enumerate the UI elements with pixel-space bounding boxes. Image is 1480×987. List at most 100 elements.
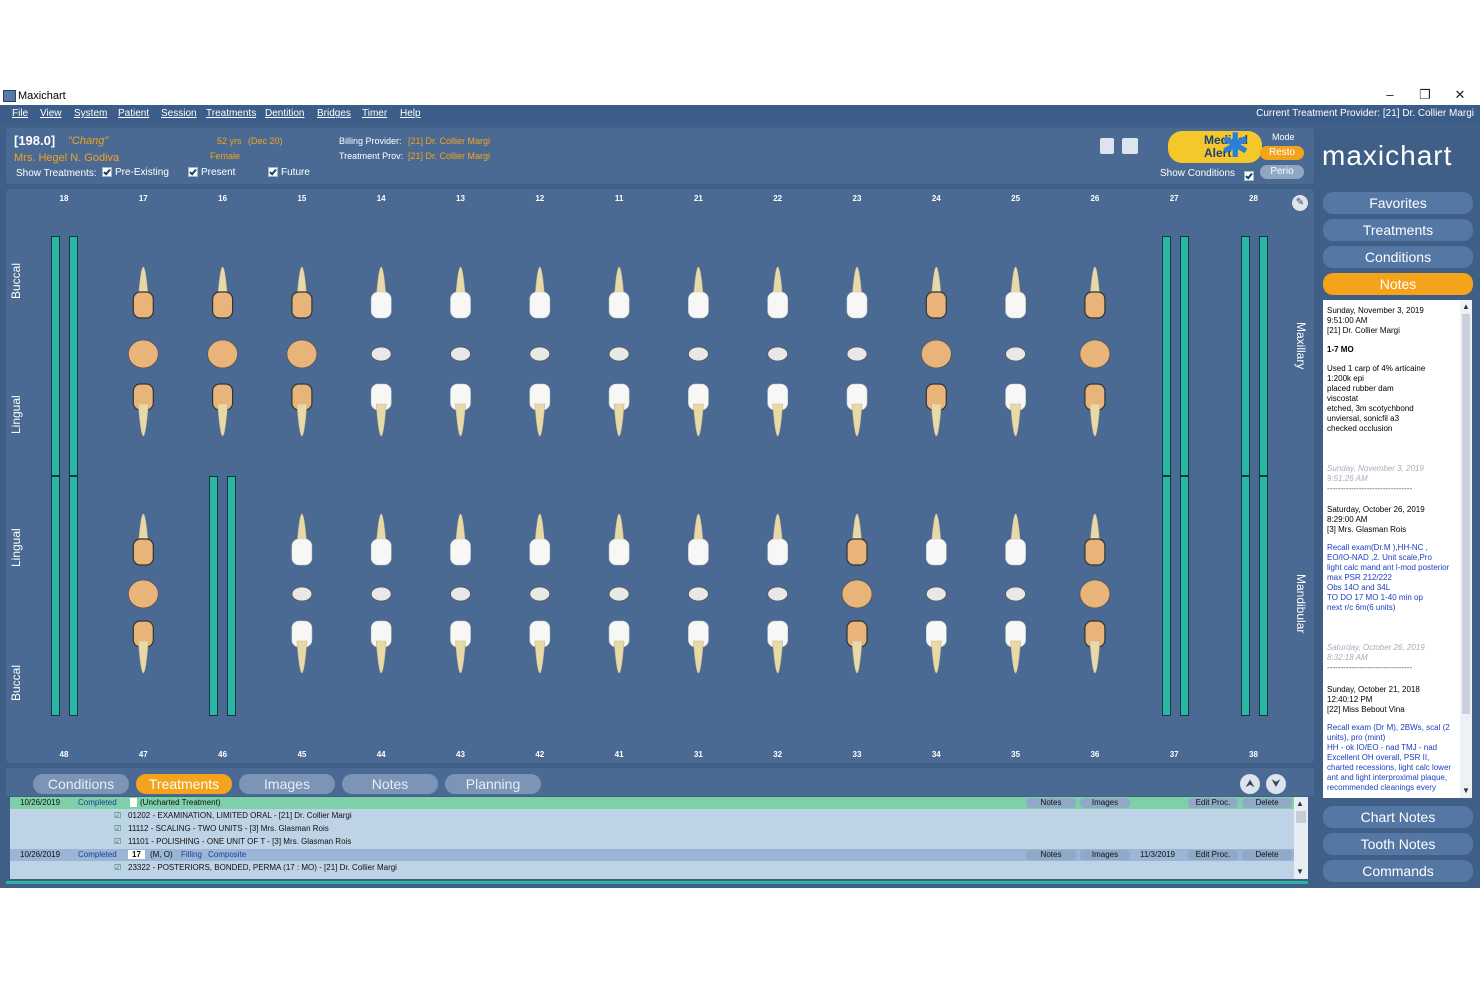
tooth-lower-buccal-10-root[interactable] — [851, 640, 863, 674]
tooth-occlusal-upper-8[interactable] — [688, 346, 709, 362]
tooth-upper-buccal-13-crown[interactable] — [1084, 291, 1106, 319]
tooth-upper-lingual-4-root[interactable] — [375, 403, 387, 437]
tooth-lower-lingual-12-crown[interactable] — [1005, 538, 1026, 566]
note-2[interactable]: Saturday, October 26, 2019 8:29:00 AM [3… — [1327, 505, 1459, 673]
tooth-lower-lingual-3-crown[interactable] — [291, 538, 313, 566]
tooth-upper-buccal-9-crown[interactable] — [767, 291, 789, 319]
tooth-lower-buccal-1-root[interactable] — [137, 640, 149, 674]
row-edit-button[interactable]: Edit Proc. — [1188, 798, 1238, 808]
tooth-upper-buccal-5-crown[interactable] — [450, 291, 471, 319]
future-checkbox[interactable]: Future — [268, 167, 310, 178]
printer-icon[interactable] — [1122, 138, 1138, 154]
favorites-button[interactable]: Favorites — [1323, 192, 1473, 214]
tooth-upper-buccal-10-crown[interactable] — [846, 291, 868, 319]
row-delete-button[interactable]: Delete — [1242, 798, 1292, 808]
tooth-occlusal-lower-3[interactable] — [291, 586, 313, 602]
tooth-upper-lingual-9-root[interactable] — [772, 403, 784, 437]
tooth-occlusal-upper-7[interactable] — [608, 346, 630, 362]
row-delete-button[interactable]: Delete — [1242, 850, 1292, 860]
row-edit-button[interactable]: Edit Proc. — [1188, 850, 1238, 860]
tooth-occlusal-upper-9[interactable] — [767, 346, 789, 362]
tooth-lower-lingual-4-crown[interactable] — [370, 538, 392, 566]
menu-session[interactable]: Session — [161, 108, 197, 119]
note-1[interactable]: Sunday, November 3, 2019 9:51:00 AM [21]… — [1327, 306, 1459, 494]
tooth-upper-lingual-12-root[interactable] — [1010, 403, 1021, 437]
tooth-lower-buccal-9-root[interactable] — [772, 640, 784, 674]
collapse-up-icon[interactable]: ⮝ — [1240, 774, 1260, 794]
tooth-upper-lingual-10-root[interactable] — [851, 403, 863, 437]
tooth-occlusal-lower-11[interactable] — [925, 586, 947, 602]
scroll-up-icon[interactable]: ▲ — [1296, 799, 1304, 808]
tooth-upper-buccal-4-crown[interactable] — [370, 291, 392, 319]
table-row[interactable]: ☑ 11101 - POLISHING - ONE UNIT OF T - [3… — [10, 836, 1294, 848]
expand-down-icon[interactable]: ⮟ — [1266, 774, 1286, 794]
present-checkbox[interactable]: Present — [188, 167, 235, 178]
row-notes-button[interactable]: Notes — [1026, 850, 1076, 860]
tooth-upper-buccal-6-crown[interactable] — [529, 291, 551, 319]
tooth-occlusal-upper-13[interactable] — [1079, 339, 1111, 369]
scroll-thumb[interactable] — [1462, 314, 1470, 714]
tooth-occlusal-upper-3[interactable] — [286, 339, 318, 369]
tooth-occlusal-lower-5[interactable] — [450, 586, 471, 602]
scroll-down-icon[interactable]: ▼ — [1296, 867, 1304, 876]
menu-view[interactable]: View — [40, 108, 62, 119]
tooth-lower-buccal-13-root[interactable] — [1089, 640, 1101, 674]
tooth-lower-buccal-11-root[interactable] — [930, 640, 942, 674]
tooth-occlusal-upper-10[interactable] — [846, 346, 868, 362]
tooth-lower-buccal-3-root[interactable] — [296, 640, 308, 674]
tooth-upper-buccal-1-crown[interactable] — [132, 291, 154, 319]
tooth-upper-buccal-12-crown[interactable] — [1005, 291, 1026, 319]
tooth-upper-lingual-13-root[interactable] — [1089, 403, 1101, 437]
menu-timer[interactable]: Timer — [362, 108, 387, 119]
tooth-lower-lingual-9-crown[interactable] — [767, 538, 789, 566]
tooth-occlusal-upper-12[interactable] — [1005, 346, 1026, 362]
tooth-occlusal-lower-6[interactable] — [529, 586, 551, 602]
scroll-thumb[interactable] — [1296, 811, 1306, 823]
tooth-lower-lingual-7-crown[interactable] — [608, 538, 630, 566]
tooth-upper-lingual-5-root[interactable] — [455, 403, 466, 437]
tooth-notes-button[interactable]: Tooth Notes — [1323, 833, 1473, 855]
row-checkbox[interactable] — [130, 798, 137, 807]
tooth-upper-lingual-6-root[interactable] — [534, 403, 546, 437]
tooth-lower-buccal-7-root[interactable] — [613, 640, 625, 674]
tab-planning[interactable]: Planning — [445, 774, 541, 794]
table-row[interactable]: 10/26/2019 Completed 17 (M, O) Filling C… — [10, 849, 1294, 861]
tooth-upper-buccal-2-crown[interactable] — [212, 291, 234, 319]
tooth-upper-buccal-3-crown[interactable] — [291, 291, 313, 319]
tooth-occlusal-lower-8[interactable] — [688, 586, 709, 602]
notes-scrollbar[interactable]: ▲ ▼ — [1460, 300, 1472, 798]
tooth-occlusal-lower-7[interactable] — [608, 586, 630, 602]
tooth-lower-lingual-8-crown[interactable] — [688, 538, 709, 566]
tooth-occlusal-upper-6[interactable] — [529, 346, 551, 362]
tooth-occlusal-lower-1[interactable] — [127, 579, 159, 609]
tab-conditions[interactable]: Conditions — [33, 774, 129, 794]
tooth-lower-lingual-11-crown[interactable] — [925, 538, 947, 566]
table-row[interactable]: ☑ 23322 - POSTERIORS, BONDED, PERMA (17 … — [10, 862, 1294, 874]
tooth-occlusal-upper-11[interactable] — [920, 339, 952, 369]
tooth-occlusal-lower-4[interactable] — [370, 586, 392, 602]
tooth-occlusal-upper-4[interactable] — [370, 346, 392, 362]
row-notes-button[interactable]: Notes — [1026, 798, 1076, 808]
tooth-occlusal-upper-2[interactable] — [207, 339, 239, 369]
tooth-lower-buccal-6-root[interactable] — [534, 640, 546, 674]
menu-system[interactable]: System — [74, 108, 107, 119]
lock-icon[interactable] — [1100, 138, 1114, 154]
tooth-lower-buccal-4-root[interactable] — [375, 640, 387, 674]
tooth-occlusal-lower-9[interactable] — [767, 586, 789, 602]
tooth-upper-lingual-8-root[interactable] — [693, 403, 704, 437]
tooth-lower-buccal-5-root[interactable] — [455, 640, 466, 674]
tooth-lower-lingual-1-crown[interactable] — [132, 538, 154, 566]
close-icon[interactable]: ✕ — [1450, 87, 1470, 103]
tooth-upper-buccal-11-crown[interactable] — [925, 291, 947, 319]
menu-file[interactable]: File — [12, 108, 28, 119]
tooth-lower-buccal-12-root[interactable] — [1010, 640, 1021, 674]
table-row[interactable]: ☑ 11112 - SCALING - TWO UNITS - [3] Mrs.… — [10, 823, 1294, 835]
table-row[interactable]: 10/26/2019 Completed (Uncharted Treatmen… — [10, 797, 1294, 809]
tab-images[interactable]: Images — [239, 774, 335, 794]
tooth-upper-buccal-8-crown[interactable] — [688, 291, 709, 319]
tooth-lower-buccal-8-root[interactable] — [693, 640, 704, 674]
tooth-occlusal-upper-1[interactable] — [127, 339, 159, 369]
tooth-lower-lingual-13-crown[interactable] — [1084, 538, 1106, 566]
menu-treatments[interactable]: Treatments — [206, 108, 256, 119]
restore-icon[interactable]: ❐ — [1415, 87, 1435, 103]
